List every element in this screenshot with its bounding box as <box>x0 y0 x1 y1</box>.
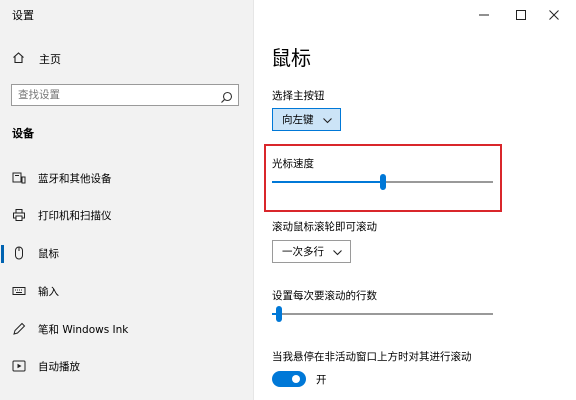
sidebar-item-bluetooth[interactable]: 蓝牙和其他设备 <box>0 163 253 193</box>
slider-thumb[interactable] <box>276 306 282 322</box>
slider-track <box>272 313 493 315</box>
primary-button-label: 选择主按钮 <box>272 90 325 102</box>
page-title: 鼠标 <box>271 46 311 70</box>
sidebar-item-label: 自动播放 <box>38 361 80 373</box>
toggle-knob <box>292 375 300 383</box>
bluetooth-devices-icon <box>12 171 26 185</box>
search-input[interactable] <box>18 87 208 103</box>
sidebar: 设置 主页 设备 蓝牙和其他设备 打印机和扫描仪 <box>0 0 253 400</box>
primary-button-value: 向左键 <box>282 114 314 126</box>
sidebar-item-autoplay[interactable]: 自动播放 <box>0 351 253 381</box>
selection-indicator <box>1 245 4 263</box>
wheel-scroll-label: 滚动鼠标滚轮即可滚动 <box>272 221 377 233</box>
inactive-scroll-label: 当我悬停在非活动窗口上方时对其进行滚动 <box>272 351 472 363</box>
sidebar-item-label: 鼠标 <box>38 248 59 260</box>
sidebar-item-mouse[interactable]: 鼠标 <box>0 238 253 268</box>
search-box[interactable] <box>11 84 239 106</box>
window-title: 设置 <box>12 9 34 22</box>
wheel-scroll-dropdown[interactable]: 一次多行 <box>272 240 351 263</box>
chevron-down-icon <box>322 115 333 129</box>
minimize-icon <box>479 5 489 24</box>
sidebar-item-pen[interactable]: 笔和 Windows Ink <box>0 314 253 344</box>
maximize-icon <box>516 5 526 24</box>
sidebar-item-label: 输入 <box>38 286 59 298</box>
chevron-down-icon <box>332 247 343 261</box>
sidebar-item-label: 蓝牙和其他设备 <box>38 173 112 185</box>
cursor-speed-label: 光标速度 <box>272 158 314 170</box>
sidebar-item-printers[interactable]: 打印机和扫描仪 <box>0 200 253 230</box>
pen-icon <box>12 322 26 336</box>
wheel-scroll-value: 一次多行 <box>282 246 324 258</box>
settings-window: 设置 主页 设备 蓝牙和其他设备 打印机和扫描仪 <box>0 0 576 400</box>
primary-button-dropdown[interactable]: 向左键 <box>272 108 341 131</box>
keyboard-icon <box>12 284 26 298</box>
main-content: 鼠标 选择主按钮 向左键 光标速度 滚动鼠标滚轮即可滚动 一次多行 设置每次要滚… <box>254 0 576 400</box>
sidebar-home[interactable]: 主页 <box>12 50 61 68</box>
close-icon <box>549 5 559 24</box>
inactive-scroll-toggle[interactable] <box>272 371 306 387</box>
printer-icon <box>12 208 26 222</box>
sidebar-item-typing[interactable]: 输入 <box>0 276 253 306</box>
lines-per-scroll-label: 设置每次要滚动的行数 <box>272 290 377 302</box>
home-icon <box>12 51 25 67</box>
sidebar-item-label: 打印机和扫描仪 <box>38 210 112 222</box>
slider-fill <box>272 181 383 183</box>
sidebar-item-label: 笔和 Windows Ink <box>38 324 129 336</box>
mouse-icon <box>12 246 26 260</box>
close-button[interactable] <box>532 0 576 28</box>
toggle-state-label: 开 <box>316 374 327 386</box>
sidebar-home-label: 主页 <box>39 53 61 66</box>
cursor-speed-slider[interactable] <box>272 174 493 190</box>
search-icon[interactable] <box>220 89 233 108</box>
lines-per-scroll-slider[interactable] <box>272 306 493 322</box>
autoplay-icon <box>12 359 26 373</box>
slider-thumb[interactable] <box>380 174 386 190</box>
sidebar-section-title: 设备 <box>12 127 34 140</box>
